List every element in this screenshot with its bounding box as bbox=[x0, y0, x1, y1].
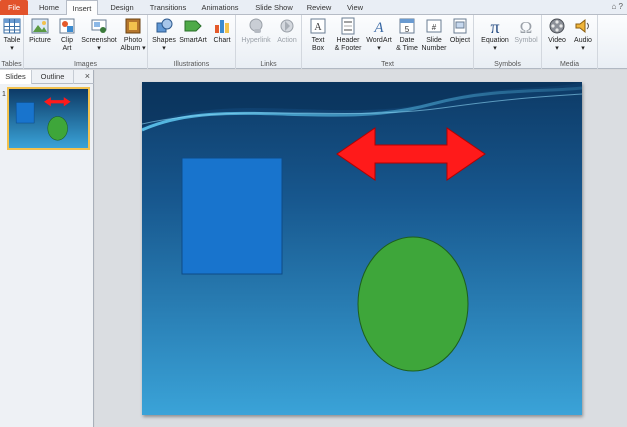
header-footer-button[interactable]: Header & Footer bbox=[332, 17, 364, 53]
equation-button[interactable]: π Equation ▾ bbox=[478, 17, 512, 53]
group-links: Hyperlink Action Links bbox=[236, 15, 302, 69]
group-label-tables: Tables bbox=[1, 61, 22, 68]
slide-thumbnail-preview bbox=[9, 89, 88, 148]
slide-canvas[interactable] bbox=[141, 82, 583, 415]
smartart-icon bbox=[184, 20, 202, 32]
shapes-icon bbox=[156, 18, 173, 33]
svg-text:Ω: Ω bbox=[520, 18, 533, 35]
shapes-button[interactable]: Shapes ▾ bbox=[151, 17, 177, 53]
slide-number-button[interactable]: # Slide Number bbox=[420, 17, 448, 53]
table-button[interactable]: Table ▾ bbox=[1, 17, 23, 53]
chart-icon bbox=[215, 20, 229, 33]
ribbon-tab-bar: File Home Insert Design Transitions Anim… bbox=[0, 0, 627, 16]
video-button[interactable]: Video ▾ bbox=[544, 17, 570, 53]
video-icon bbox=[549, 18, 565, 34]
audio-button[interactable]: Audio ▾ bbox=[570, 17, 596, 53]
action-icon bbox=[280, 19, 294, 33]
tab-animations[interactable]: Animations bbox=[196, 0, 244, 15]
screenshot-icon bbox=[91, 19, 107, 33]
group-label-symbols: Symbols bbox=[494, 61, 521, 68]
slide-thumbnail[interactable] bbox=[7, 87, 90, 150]
hyperlink-icon bbox=[249, 18, 263, 33]
date-time-icon: 5 bbox=[399, 18, 415, 34]
group-label-media: Media bbox=[559, 61, 580, 68]
tab-outline[interactable]: Outline bbox=[32, 70, 74, 84]
group-label-illustrations: Illustrations bbox=[173, 61, 210, 68]
equation-icon: π bbox=[490, 17, 499, 35]
wordart-button[interactable]: A WordArt ▾ bbox=[365, 17, 393, 53]
svg-text:#: # bbox=[432, 23, 437, 32]
date-time-button[interactable]: 5 Date & Time bbox=[395, 17, 419, 53]
text-box-icon: A bbox=[310, 18, 326, 34]
audio-icon bbox=[575, 18, 589, 34]
tab-design[interactable]: Design bbox=[104, 0, 140, 15]
close-icon[interactable]: × bbox=[85, 71, 90, 81]
tab-file[interactable]: File bbox=[0, 0, 28, 15]
chart-button[interactable]: Chart bbox=[210, 17, 234, 45]
slide-number-icon: # bbox=[426, 19, 442, 33]
tab-view[interactable]: View bbox=[340, 0, 370, 15]
picture-button[interactable]: Picture bbox=[26, 17, 54, 45]
tab-insert[interactable]: Insert bbox=[66, 0, 98, 16]
svg-text:A: A bbox=[314, 22, 322, 33]
slide-rectangle-shape[interactable] bbox=[181, 157, 283, 275]
object-button[interactable]: Object bbox=[448, 17, 472, 45]
tab-slides[interactable]: Slides bbox=[0, 70, 32, 84]
tab-transitions[interactable]: Transitions bbox=[144, 0, 192, 15]
slides-pane: Slides Outline × 1 bbox=[0, 70, 94, 427]
group-media: Video ▾ Audio ▾ Media bbox=[542, 15, 598, 69]
tab-slide-show[interactable]: Slide Show bbox=[250, 0, 298, 15]
smartart-button[interactable]: SmartArt bbox=[178, 17, 208, 45]
screenshot-button[interactable]: Screenshot ▾ bbox=[80, 17, 118, 53]
group-label-images: Images bbox=[74, 61, 97, 68]
ribbon-insert: Table ▾ Tables Picture Clip Art Screensh… bbox=[0, 15, 627, 69]
symbol-button[interactable]: Ω Symbol bbox=[512, 17, 540, 45]
header-footer-icon bbox=[341, 17, 355, 35]
group-label-links: Links bbox=[260, 61, 277, 68]
photo-album-icon bbox=[125, 18, 141, 34]
clip-art-button[interactable]: Clip Art bbox=[56, 17, 78, 53]
help-icon[interactable]: ⌂ ? bbox=[611, 2, 623, 11]
symbol-icon: Ω bbox=[520, 18, 533, 35]
pane-tabs: Slides Outline × bbox=[0, 70, 94, 84]
group-label-text: Text bbox=[381, 61, 394, 68]
tab-home[interactable]: Home bbox=[34, 0, 64, 15]
group-tables: Table ▾ Tables bbox=[0, 15, 24, 69]
slide-graphics bbox=[141, 82, 583, 415]
group-illustrations: Shapes ▾ SmartArt Chart Illustrations bbox=[148, 15, 236, 69]
tab-review[interactable]: Review bbox=[302, 0, 336, 15]
photo-album-button[interactable]: Photo Album ▾ bbox=[119, 17, 147, 53]
action-button[interactable]: Action bbox=[275, 17, 299, 45]
svg-text:A: A bbox=[373, 20, 384, 35]
table-icon bbox=[3, 18, 21, 34]
text-box-button[interactable]: A Text Box bbox=[306, 17, 330, 53]
group-symbols: π Equation ▾ Ω Symbol Symbols bbox=[474, 15, 542, 69]
group-images: Picture Clip Art Screenshot ▾ Photo Albu… bbox=[24, 15, 148, 69]
hyperlink-button[interactable]: Hyperlink bbox=[239, 17, 273, 45]
group-text: A Text Box Header & Footer A WordArt ▾ 5… bbox=[302, 15, 474, 69]
clip-art-icon bbox=[59, 18, 75, 34]
svg-text:5: 5 bbox=[405, 25, 410, 34]
object-icon bbox=[453, 18, 467, 34]
slide-number-label: 1 bbox=[2, 91, 6, 98]
slide-ellipse-shape[interactable] bbox=[357, 236, 469, 372]
svg-text:π: π bbox=[490, 17, 499, 35]
wordart-icon: A bbox=[373, 20, 384, 35]
picture-icon bbox=[31, 18, 49, 34]
